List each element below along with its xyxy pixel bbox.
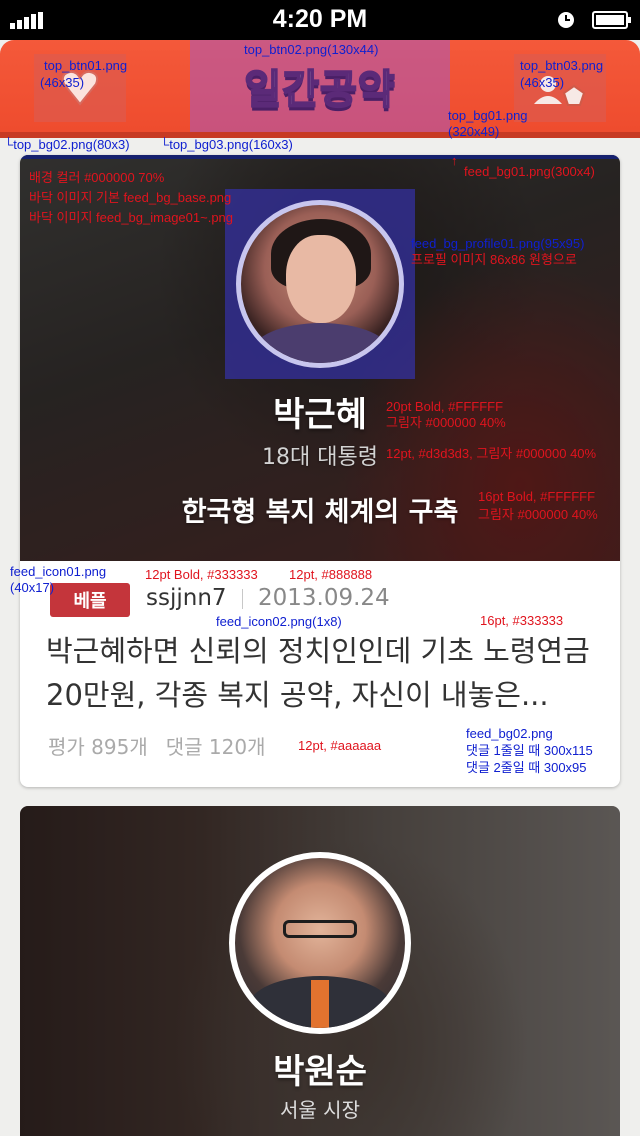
annotation-banner-note-3: 바닥 이미지 feed_bg_image01~.png (29, 210, 234, 225)
annotation-top-bg02: └top_bg02.png(80x3) (4, 137, 130, 152)
annotation-top-btn03-size: (46x35) (520, 75, 565, 90)
annotation-top-bg01-file: top_bg01.png (448, 108, 528, 123)
post-stats: 평가 895개 댓글 120개 (48, 731, 265, 760)
annotation-top-bg01-size: (320x49) (448, 124, 500, 139)
politician-name: 박원순 (273, 1052, 367, 1092)
status-time: 4:20 PM (272, 5, 368, 33)
annotation-feed-icon01-size: (40x17) (10, 580, 55, 595)
annotation-profile-file: feed_bg_profile01.png(95x95) (411, 236, 585, 251)
annotation-top-btn02: top_btn02.png(130x44) (244, 42, 379, 57)
annotation-top-btn03-file: top_btn03.png (520, 58, 604, 73)
annotation-feed-icon02: feed_icon02.png(1x8) (216, 614, 342, 629)
profile-frame (225, 189, 415, 379)
rating-count[interactable]: 평가 895개 (48, 735, 148, 759)
annotation-pledge-font: 16pt Bold, #FFFFFF (478, 489, 596, 504)
annotation-banner-note-1: 배경 컬러 #000000 70% (29, 170, 165, 185)
politician-role: 서울 시장 (280, 1098, 360, 1122)
feed-card[interactable]: 박원순 서울 시장 (20, 806, 620, 1136)
annotation-feed-bg02-file: feed_bg02.png (466, 726, 553, 741)
best-reply-badge: 베플 (50, 583, 130, 617)
annotation-pledge-shadow: 그림자 #000000 40% (478, 507, 598, 522)
annotation-feed-bg01: feed_bg01.png(300x4) (464, 164, 595, 179)
annotation-feed-icon01-file: feed_icon01.png (10, 564, 107, 579)
profile-photo (236, 200, 404, 368)
separator-divider (242, 589, 243, 609)
annotation-body-style: 16pt, #333333 (480, 613, 564, 628)
annotation-date-style: 12pt, #888888 (289, 567, 373, 582)
alarm-clock-icon (558, 12, 574, 28)
annotation-profile-note: 프로필 이미지 86x86 원형으로 (411, 252, 577, 267)
post-username[interactable]: ssjjnn7 (146, 585, 227, 611)
battery-icon (592, 11, 631, 29)
annotation-user-style: 12pt Bold, #333333 (145, 567, 258, 582)
app-title: 일간공약 (243, 66, 396, 114)
status-bar: 4:20 PM (0, 0, 640, 40)
annotation-top-btn01-file: top_btn01.png (44, 58, 128, 73)
annotation-feed-bg02-line2: 댓글 2줄일 때 300x95 (466, 760, 587, 775)
comment-count[interactable]: 댓글 120개 (166, 735, 266, 759)
politician-name: 박근혜 (273, 395, 367, 435)
post-date: 2013.09.24 (258, 585, 390, 611)
annotation-feed-bg02-line1: 댓글 1줄일 때 300x115 (466, 743, 593, 758)
profile-photo (229, 852, 411, 1034)
annotation-role-style: 12pt, #d3d3d3, 그림자 #000000 40% (386, 446, 597, 461)
annotation-banner-note-2: 바닥 이미지 기본 feed_bg_base.png (29, 190, 232, 205)
annotation-name-shadow: 그림자 #000000 40% (386, 415, 506, 430)
annotation-name-font: 20pt Bold, #FFFFFF (386, 399, 504, 414)
annotation-stats-style: 12pt, #aaaaaa (298, 738, 382, 753)
annotation-top-bg03: └top_bg03.png(160x3) (160, 137, 293, 152)
post-body[interactable]: 박근혜하면 신뢰의 정치인인데 기초 노령연금20만원, 각종 복지 공약, 자… (46, 629, 606, 717)
annotation-top-btn01-size: (46x35) (40, 75, 85, 90)
